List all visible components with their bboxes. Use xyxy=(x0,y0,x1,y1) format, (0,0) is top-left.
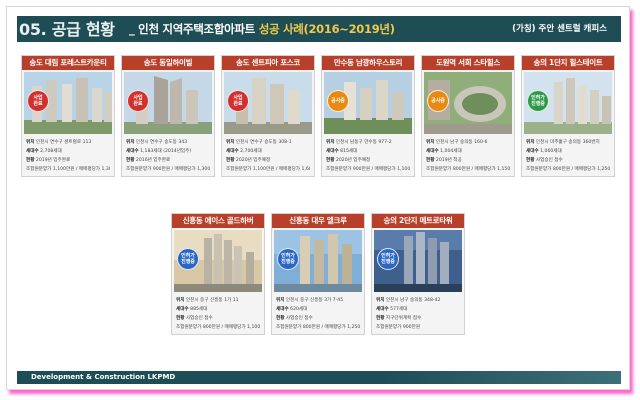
project-photo: 사업 완료 xyxy=(124,72,212,134)
status-badge: 인허가 진행중 xyxy=(377,248,399,270)
card-title: 송도 동일하이빌 xyxy=(122,56,214,70)
project-photo: 사업 완료 xyxy=(224,72,312,134)
info-location: 위치 인천시 중구 신흥동 1가 11 xyxy=(176,298,239,303)
subtitle-separator: _ xyxy=(129,22,135,36)
project-card: 송도 동일하이빌 사업 완료 위치 인천시 연수구 송도동 343 세대수 1,1… xyxy=(121,55,215,177)
info-location: 위치 인천시 미추홀구 송의동 360번지 xyxy=(526,140,600,145)
card-info: 위치 인천시 남구 숭의동 160-6 세대수 1,004세대 현황 2019년… xyxy=(422,134,514,174)
project-photo: 공사중 xyxy=(324,72,412,134)
info-prices: 조합원분양가 900만원 / 매매평당가 1,300만원 xyxy=(126,167,210,172)
card-info: 위치 인천시 중구 신흥동 1가 11 세대수 885세대 현황 사업승인 접수… xyxy=(172,292,264,332)
status-badge: 공사중 xyxy=(327,90,349,112)
status-badge: 사업 완료 xyxy=(227,90,249,112)
header-bar: 05. 공급 현황 _ 인천 지역주택조합아파트 성공 사례(2016~2019… xyxy=(17,16,621,46)
card-title: 만수동 남광하우스토리 xyxy=(322,56,414,70)
slide: 05. 공급 현황 _ 인천 지역주택조합아파트 성공 사례(2016~2019… xyxy=(6,6,630,390)
brand-name: (가칭) 주안 센트럴 캐피스 xyxy=(512,24,607,34)
project-card: 송도 센트피아 포스코 사업 완료 위치 인천시 연수구 송도동 308-1 세대… xyxy=(221,55,315,177)
info-location: 위치 인천시 남동구 만수동 977-2 xyxy=(326,140,392,145)
info-status: 현황 2016년 입주완료 xyxy=(126,158,171,163)
card-title: 송의 1단지 힐스테이트 xyxy=(522,56,614,70)
info-units: 세대수 2,708세대 xyxy=(26,149,62,154)
card-info: 위치 인천시 연수구 센트럴로 113 세대수 2,708세대 현황 2019년… xyxy=(22,134,114,174)
card-info: 위치 인천시 중구 신흥동 3가 7-45 세대수 620세대 현황 사업승인 … xyxy=(272,292,364,332)
card-info: 위치 인천시 연수구 송도동 343 세대수 1,183세대 (2014년입주)… xyxy=(122,134,214,174)
info-status: 현황 사업승인 접수 xyxy=(176,316,213,321)
project-photo: 사업 완료 xyxy=(24,72,112,134)
subtitle-accent: 성공 사례(2016~2019년) xyxy=(258,22,395,36)
info-prices: 조합원분양가 900만원 / 매매평당가 1,100만원 xyxy=(326,167,410,172)
project-photo: 인허가 진행중 xyxy=(374,230,462,292)
project-photo: 인허가 진행중 xyxy=(274,230,362,292)
page-title: 05. 공급 현황 xyxy=(17,17,115,43)
info-prices: 조합원분양가 800만원 / 매매평당가 1,250만원 xyxy=(276,325,360,330)
status-badge: 인허가 진행중 xyxy=(527,90,549,112)
info-units: 세대수 885세대 xyxy=(176,307,208,312)
card-info: 위치 인천시 남구 숭의동 348-42 세대수 577세대 현황 지구단위계획… xyxy=(372,292,464,332)
status-badge: 사업 완료 xyxy=(127,90,149,112)
status-badge: 공사중 xyxy=(427,90,449,112)
info-units: 세대수 2,700세대 xyxy=(226,149,262,154)
info-prices: 조합원분양가 800만원 / 매매평당가 1,100만원 xyxy=(176,325,260,330)
project-card: 송도 대림 포레스트카운티 사업 완료 위치 인천시 연수구 센트럴로 113 세… xyxy=(21,55,115,177)
info-prices: 조합원분양가 900만원 xyxy=(376,325,421,330)
info-units: 세대수 1,060세대 xyxy=(526,149,562,154)
card-title: 도원역 서희 스타힐스 xyxy=(422,56,514,70)
info-prices: 조합원분양가 1,100만원 / 매매평당가 1,600만원 xyxy=(226,167,310,172)
project-photo: 인허가 진행중 xyxy=(524,72,612,134)
project-card: 도원역 서희 스타힐스 공사중 위치 인천시 남구 숭의동 160-6 세대수 … xyxy=(421,55,515,177)
project-card: 송의 1단지 힐스테이트 인허가 진행중 위치 인천시 미추홀구 송의동 360번… xyxy=(521,55,615,177)
footer-text: Development & Construction LKPMD xyxy=(31,373,176,381)
info-status: 현황 사업승인 접수 xyxy=(276,316,313,321)
card-title: 신흥동 에이스 골드하버 xyxy=(172,214,264,228)
info-units: 세대수 1,183세대 (2014년입주) xyxy=(126,149,192,154)
info-units: 세대수 1,004세대 xyxy=(426,149,462,154)
card-title: 송도 대림 포레스트카운티 xyxy=(22,56,114,70)
project-photo: 공사중 xyxy=(424,72,512,134)
info-status: 현황 사업승인 접수 xyxy=(526,158,563,163)
info-status: 현황 2020년 입주예정 xyxy=(326,158,371,163)
status-badge: 인허가 진행중 xyxy=(177,248,199,270)
project-card: 만수동 남광하우스토리 공사중 위치 인천시 남동구 만수동 977-2 세대수… xyxy=(321,55,415,177)
subtitle-prefix: 인천 지역주택조합아파트 xyxy=(138,22,255,36)
info-location: 위치 인천시 연수구 송도동 308-1 xyxy=(226,140,292,145)
card-title: 신흥동 대우 엘크루 xyxy=(272,214,364,228)
info-location: 위치 인천시 남구 숭의동 348-42 xyxy=(376,298,441,303)
card-title: 숭의 2단지 메트로타워 xyxy=(372,214,464,228)
card-info: 위치 인천시 남동구 만수동 977-2 세대수 815세대 현황 2020년 … xyxy=(322,134,414,174)
project-card: 숭의 2단지 메트로타워 인허가 진행중 위치 인천시 남구 숭의동 348-42… xyxy=(371,213,465,335)
info-status: 현황 지구단위계획 접수 xyxy=(376,316,422,321)
info-prices: 조합원분양가 800만원 / 매매평당가 1,250만원 xyxy=(526,167,610,172)
page-subtitle: _ 인천 지역주택조합아파트 성공 사례(2016~2019년) xyxy=(129,18,395,40)
info-location: 위치 인천시 연수구 센트럴로 113 xyxy=(26,140,92,145)
info-status: 현황 2019년 착공 xyxy=(426,158,462,163)
info-prices: 조합원분양가 800만원 / 매매평당가 1,150만원 xyxy=(426,167,510,172)
info-location: 위치 인천시 중구 신흥동 3가 7-45 xyxy=(276,298,344,303)
project-photo: 인허가 진행중 xyxy=(174,230,262,292)
page-title-text: 05. 공급 현황 xyxy=(19,20,115,39)
project-card: 신흥동 에이스 골드하버 인허가 진행중 위치 인천시 중구 신흥동 1가 11 … xyxy=(171,213,265,335)
info-prices: 조합원분양가 1,100만원 / 매매평당가 1,300만원 xyxy=(26,167,110,172)
status-badge: 인허가 진행중 xyxy=(277,248,299,270)
project-card: 신흥동 대우 엘크루 인허가 진행중 위치 인천시 중구 신흥동 3가 7-45 … xyxy=(271,213,365,335)
status-badge: 사업 완료 xyxy=(27,90,49,112)
card-title: 송도 센트피아 포스코 xyxy=(222,56,314,70)
info-location: 위치 인천시 연수구 송도동 343 xyxy=(126,140,188,145)
info-units: 세대수 815세대 xyxy=(326,149,358,154)
info-status: 현황 2020년 입주예정 xyxy=(226,158,271,163)
info-units: 세대수 577세대 xyxy=(376,307,408,312)
info-location: 위치 인천시 남구 숭의동 160-6 xyxy=(426,140,488,145)
card-info: 위치 인천시 미추홀구 송의동 360번지 세대수 1,060세대 현황 사업승… xyxy=(522,134,614,174)
card-info: 위치 인천시 연수구 송도동 308-1 세대수 2,700세대 현황 2020… xyxy=(222,134,314,174)
info-units: 세대수 620세대 xyxy=(276,307,308,312)
info-status: 현황 2019년 입주완료 xyxy=(26,158,71,163)
footer-bar: Development & Construction LKPMD xyxy=(17,371,621,384)
